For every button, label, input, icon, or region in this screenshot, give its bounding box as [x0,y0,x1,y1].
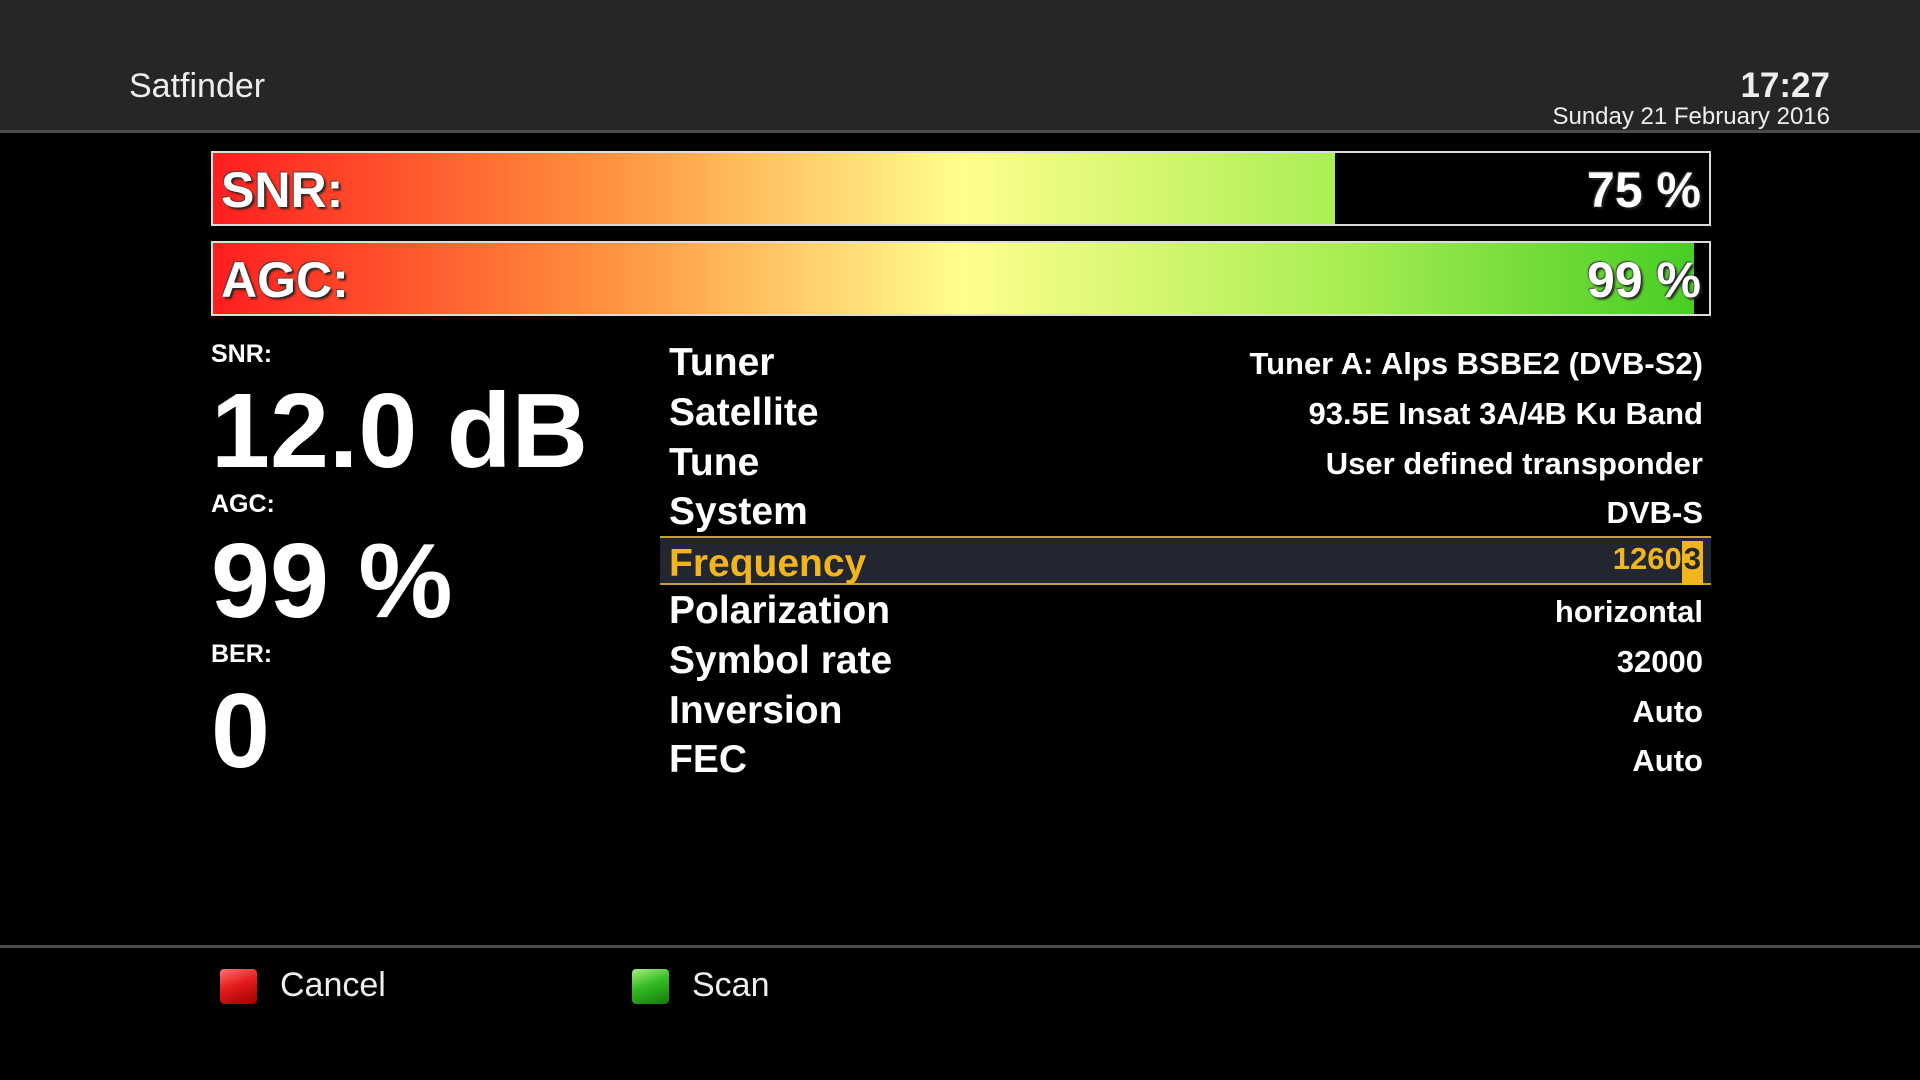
info-value: 32000 [1616,644,1703,679]
cancel-label: Cancel [280,966,386,1004]
edit-cursor: 3 [1681,541,1703,585]
info-label: Tune [669,441,760,484]
info-label: Polarization [669,589,891,632]
app-title: Satfinder [129,67,266,105]
footer-divider [0,945,1920,948]
snr-bar-value: 75 % [1587,162,1701,218]
info-row-symbol-rate[interactable]: Symbol rate 32000 [660,635,1711,684]
info-row-satellite[interactable]: Satellite 93.5E Insat 3A/4B Ku Band [660,387,1711,436]
snr-bar-fill [213,153,1335,224]
info-label: FEC [669,738,747,781]
info-label: System [669,490,808,533]
info-row-tune[interactable]: Tune User defined transponder [660,437,1711,486]
info-row-system[interactable]: System DVB-S [660,486,1711,535]
clock-time: 17:27 [1740,66,1830,105]
frequency-digits: 1260 [1612,541,1682,576]
info-row-tuner[interactable]: Tuner Tuner A: Alps BSBE2 (DVB-S2) [660,337,1711,386]
info-value: Auto [1632,694,1703,729]
info-label: Satellite [669,391,819,434]
agc-bar: AGC: 99 % [211,241,1711,316]
snr-stat-label: SNR: [211,340,273,368]
agc-bar-label: AGC: [221,252,349,308]
ber-stat-value: 0 [211,672,270,790]
scan-label: Scan [692,966,770,1004]
green-key-icon [632,969,669,1004]
frequency-input[interactable]: 12603 [1613,541,1703,585]
agc-stat-label: AGC: [211,490,275,518]
info-label: Tuner [669,341,775,384]
snr-bar: SNR: 75 % [211,151,1711,226]
info-value: User defined transponder [1325,446,1703,481]
agc-stat-value: 99 % [211,522,453,640]
info-row-frequency[interactable]: Frequency 12603 [660,536,1711,585]
red-key-icon [220,969,257,1004]
info-row-polarization[interactable]: Polarization horizontal [660,585,1711,634]
info-label: Frequency [669,542,867,585]
snr-stat-value: 12.0 dB [211,372,589,490]
ber-stat-label: BER: [211,640,273,668]
info-value: DVB-S [1606,495,1703,530]
info-value: Tuner A: Alps BSBE2 (DVB-S2) [1249,346,1703,381]
info-value: 93.5E Insat 3A/4B Ku Band [1308,396,1703,431]
agc-bar-value: 99 % [1587,252,1701,308]
clock-date: Sunday 21 February 2016 [1552,103,1830,130]
snr-bar-label: SNR: [221,162,344,218]
info-label: Symbol rate [669,639,893,682]
info-row-fec[interactable]: FEC Auto [660,734,1711,783]
info-label: Inversion [669,689,843,732]
agc-bar-fill [213,243,1695,314]
info-value: horizontal [1554,594,1703,629]
header-bar: Satfinder 17:27 Sunday 21 February 2016 [0,0,1920,133]
info-row-inversion[interactable]: Inversion Auto [660,685,1711,734]
info-value: Auto [1632,743,1703,778]
